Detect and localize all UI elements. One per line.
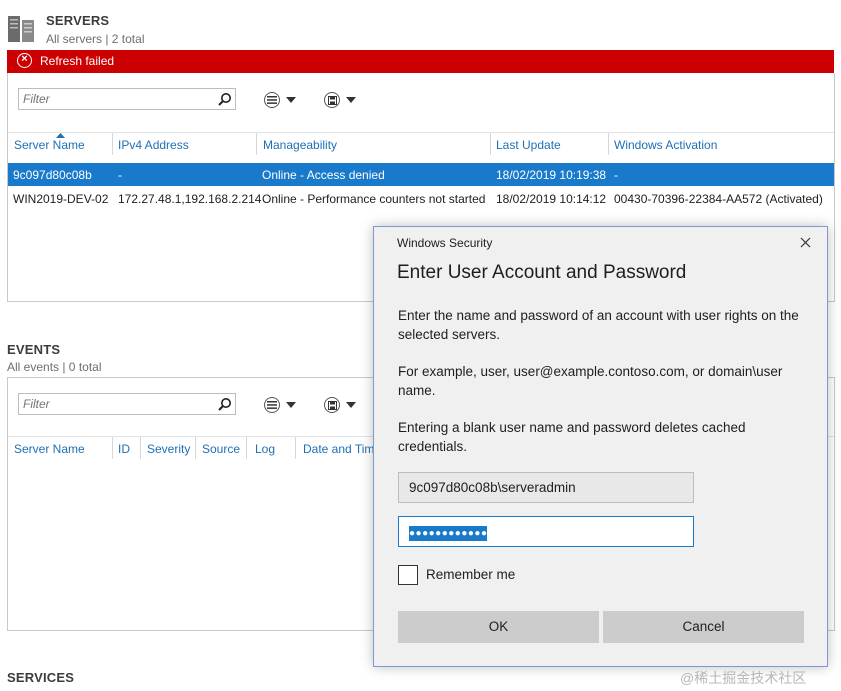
close-button[interactable] (792, 232, 818, 254)
servers-title: SERVERS (46, 13, 110, 28)
username-field[interactable]: 9c097d80c08b\serveradmin (398, 472, 694, 503)
column-log[interactable]: Log (255, 442, 275, 456)
dialog-example-text: For example, user, user@example.contoso.… (398, 364, 783, 398)
services-title: SERVICES (7, 670, 75, 685)
servers-subtitle: All servers | 2 total (46, 32, 145, 46)
column-windows-activation[interactable]: Windows Activation (614, 138, 717, 152)
close-icon (800, 237, 811, 248)
ipv4-cell: - (118, 168, 122, 182)
events-filter-input[interactable] (23, 395, 203, 413)
error-banner-text: Refresh failed (40, 54, 115, 68)
list-icon (264, 397, 280, 413)
column-ipv4-address[interactable]: IPv4 Address (118, 138, 189, 152)
events-filter[interactable] (18, 393, 236, 415)
manageability-cell: Online - Access denied (262, 168, 385, 182)
chevron-down-icon (346, 402, 356, 408)
manageability-cell: Online - Performance counters not starte… (262, 192, 486, 206)
search-icon[interactable] (218, 92, 232, 106)
dialog-heading: Enter User Account and Password (397, 262, 687, 283)
events-subtitle: All events | 0 total (7, 360, 102, 374)
events-save-options-button[interactable] (324, 397, 356, 413)
table-row[interactable]: 9c097d80c08b - Online - Access denied 18… (8, 163, 834, 186)
search-icon[interactable] (218, 397, 232, 411)
activation-cell: - (614, 168, 618, 182)
servers-save-options-button[interactable] (324, 92, 356, 108)
remember-me-label[interactable]: Remember me (426, 567, 515, 582)
activation-cell: 00430-70396-22384-AA572 (Activated) (614, 192, 823, 206)
remember-me-checkbox[interactable] (398, 565, 418, 585)
servers-list-options-button[interactable] (264, 92, 296, 108)
password-mask: ●●●●●●●●●●●● (409, 526, 488, 541)
server-name-cell: WIN2019-DEV-02 (13, 192, 109, 206)
column-server-name[interactable]: Server Name (14, 138, 85, 152)
list-icon (264, 92, 280, 108)
last-update-cell: 18/02/2019 10:19:38 (496, 168, 607, 182)
servers-filter-input[interactable] (23, 90, 203, 108)
column-server-name[interactable]: Server Name (14, 442, 85, 456)
save-icon (324, 397, 340, 413)
chevron-down-icon (286, 97, 296, 103)
dialog-blank-warning-text: Entering a blank user name and password … (398, 420, 746, 454)
chevron-down-icon (286, 402, 296, 408)
dialog-instruction-text: Enter the name and password of an accoun… (398, 308, 799, 342)
chevron-down-icon (346, 97, 356, 103)
servers-icon (8, 12, 38, 42)
servers-table-header: Server Name IPv4 Address Manageability L… (8, 132, 834, 155)
column-last-update[interactable]: Last Update (496, 138, 561, 152)
table-row[interactable]: WIN2019-DEV-02 172.27.48.1,192.168.2.214… (8, 187, 834, 210)
password-field[interactable]: ●●●●●●●●●●●● (398, 516, 694, 547)
column-date-and-time[interactable]: Date and Tim (303, 442, 374, 456)
last-update-cell: 18/02/2019 10:14:12 (496, 192, 607, 206)
server-name-cell: 9c097d80c08b (13, 168, 92, 182)
ok-button[interactable]: OK (398, 611, 599, 643)
servers-filter[interactable] (18, 88, 236, 110)
dialog-window-title: Windows Security (397, 236, 493, 250)
column-id[interactable]: ID (118, 442, 130, 456)
events-list-options-button[interactable] (264, 397, 296, 413)
refresh-failed-banner: × Refresh failed (7, 50, 834, 73)
column-severity[interactable]: Severity (147, 442, 190, 456)
watermark-text: @稀土掘金技术社区 (680, 670, 807, 686)
cancel-button[interactable]: Cancel (603, 611, 804, 643)
column-manageability[interactable]: Manageability (263, 138, 337, 152)
events-title: EVENTS (7, 342, 61, 357)
column-source[interactable]: Source (202, 442, 240, 456)
error-icon: × (17, 53, 32, 68)
save-icon (324, 92, 340, 108)
windows-security-dialog: Windows Security Enter User Account and … (373, 226, 828, 667)
ipv4-cell: 172.27.48.1,192.168.2.214 (118, 192, 262, 206)
